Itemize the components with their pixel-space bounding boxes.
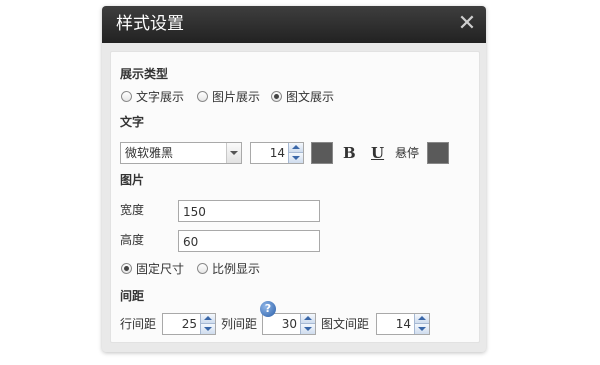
radio-image-text-display-label: 图文展示 [286,90,335,104]
decrement-arrow-icon[interactable] [414,324,429,334]
radio-text-display[interactable] [121,91,132,102]
dialog-titlebar: 样式设置 ✕ [102,6,486,43]
image-heading: 图片 [120,173,145,187]
radio-text-display-label: 文字展示 [136,90,185,104]
close-icon[interactable]: ✕ [456,13,478,35]
radio-fixed-size-label: 固定尺寸 [136,262,185,276]
font-family-value: 微软雅黑 [125,146,174,160]
row-spacing-label: 行间距 [120,317,157,331]
height-value: 60 [183,235,199,249]
radio-proportional[interactable] [197,263,208,274]
underline-button[interactable]: U [371,144,384,162]
font-family-select[interactable]: 微软雅黑 [120,142,242,164]
radio-image-display[interactable] [197,91,208,102]
column-spacing-value: 30 [281,317,297,331]
font-size-stepper-buttons [288,143,303,163]
hover-label: 悬停 [395,146,420,160]
row-spacing-stepper-buttons [200,314,215,334]
radio-image-text-display[interactable] [271,91,282,102]
increment-arrow-icon[interactable] [300,314,315,324]
column-spacing-stepper-buttons [300,314,315,334]
image-text-spacing-stepper-buttons [414,314,429,334]
decrement-arrow-icon[interactable] [288,153,303,163]
width-label: 宽度 [120,203,145,217]
width-value: 150 [183,205,206,219]
radio-image-display-label: 图片展示 [212,90,261,104]
font-size-stepper[interactable]: 14 [250,142,304,164]
chevron-down-icon[interactable] [226,143,241,163]
decrement-arrow-icon[interactable] [300,324,315,334]
decrement-arrow-icon[interactable] [200,324,215,334]
dialog-title: 样式设置 [116,14,184,34]
settings-panel: 展示类型 文字展示 图片展示 图文展示 文字 微软雅黑 14 B U 悬停 图片… [110,51,480,343]
row-spacing-stepper[interactable]: 25 [162,313,216,335]
style-settings-dialog: 样式设置 ✕ 展示类型 文字展示 图片展示 图文展示 文字 微软雅黑 14 B … [102,6,486,352]
bold-button[interactable]: B [343,144,356,162]
increment-arrow-icon[interactable] [200,314,215,324]
height-input[interactable]: 60 [178,230,320,252]
hover-color-swatch[interactable] [427,142,449,164]
spacing-heading: 间距 [120,289,145,303]
text-heading: 文字 [120,115,145,129]
text-color-swatch[interactable] [311,142,333,164]
increment-arrow-icon[interactable] [288,143,303,153]
display-type-heading: 展示类型 [120,67,169,81]
help-icon[interactable]: ? [260,301,276,317]
height-label: 高度 [120,233,145,247]
image-text-spacing-stepper[interactable]: 14 [376,313,430,335]
image-text-spacing-value: 14 [395,317,411,331]
font-size-value: 14 [269,146,285,160]
image-text-spacing-label: 图文间距 [321,317,370,331]
column-spacing-label: 列间距 [221,317,258,331]
increment-arrow-icon[interactable] [414,314,429,324]
row-spacing-value: 25 [181,317,197,331]
width-input[interactable]: 150 [178,200,320,222]
radio-fixed-size[interactable] [121,263,132,274]
radio-proportional-label: 比例显示 [212,262,261,276]
